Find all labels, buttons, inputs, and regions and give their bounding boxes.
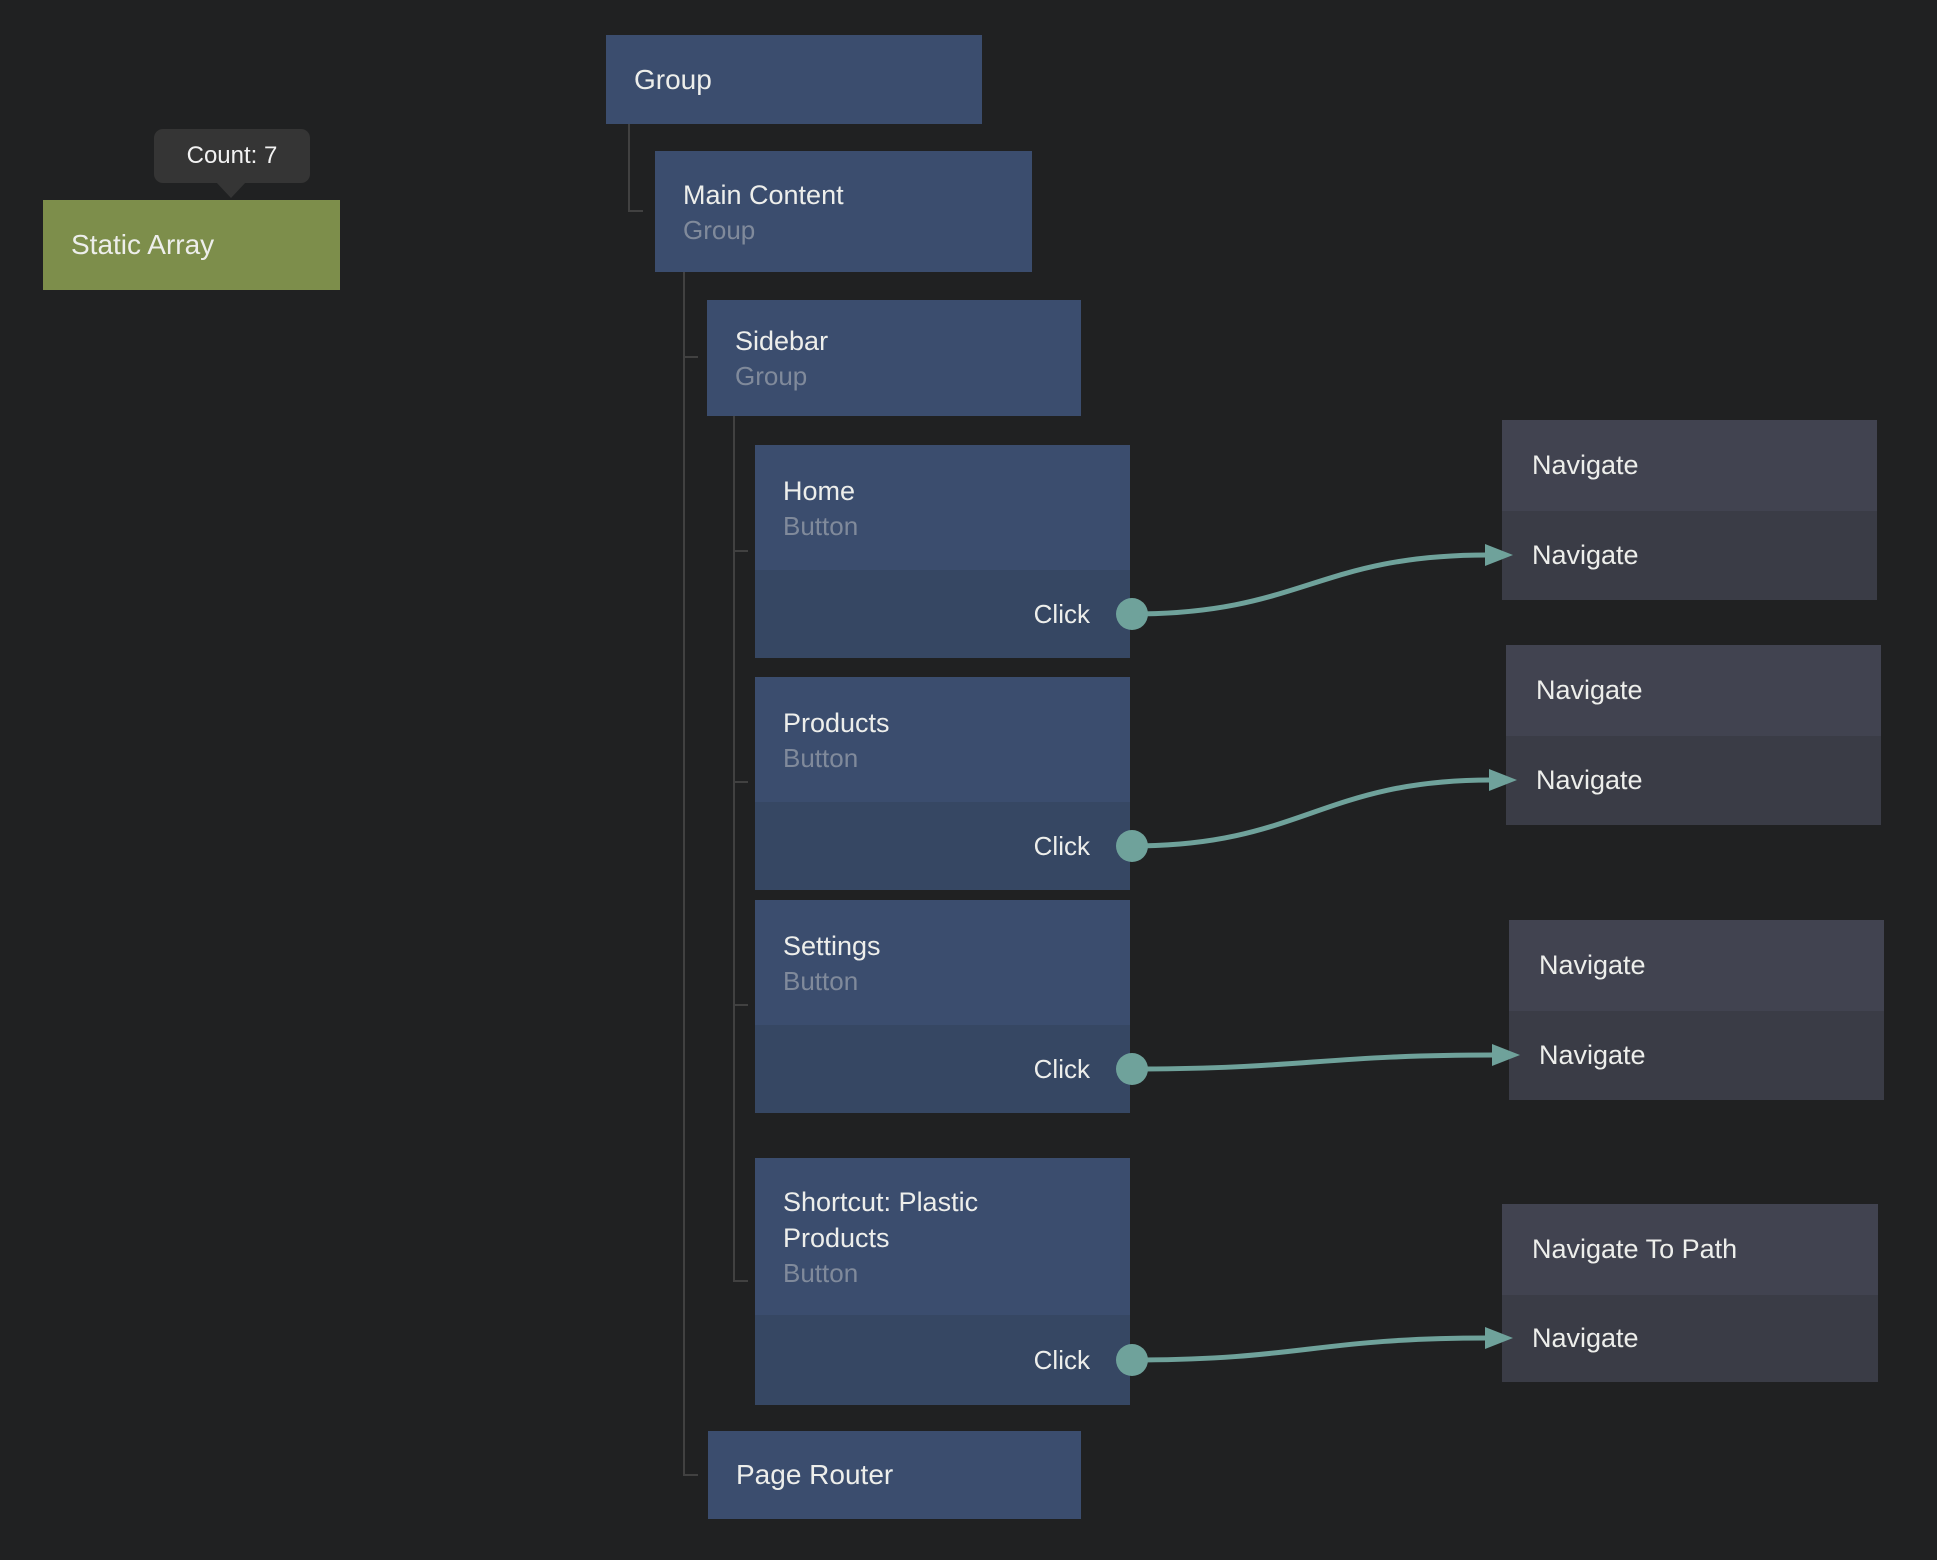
node-static-array[interactable]: Static Array [43,200,340,290]
wire-settings-click-to-navigate[interactable] [1132,1055,1494,1069]
node-title: Settings [783,928,1130,964]
node-header: Navigate To Path [1502,1204,1878,1295]
node-title: Sidebar [735,323,1081,359]
node-home-button[interactable]: Home Button Click [755,445,1130,658]
node-title: Page Router [736,1457,1081,1493]
node-products-button[interactable]: Products Button Click [755,677,1130,890]
tree-guide-line [733,416,735,1282]
input-port-navigate[interactable]: Navigate [1506,736,1881,825]
node-header: Navigate [1506,645,1881,736]
tree-guide-elbow [683,1474,698,1476]
node-kind: Button [783,509,1130,543]
click-port-label: Click [1034,599,1090,630]
node-title: Main Content [683,177,1032,213]
input-port-navigate[interactable]: Navigate [1502,511,1877,600]
tree-guide-elbow [733,550,748,552]
count-tooltip-text: Count: 7 [187,142,278,170]
click-output-port[interactable] [1116,1053,1148,1085]
node-kind: Button [783,964,1130,998]
node-kind: Button [783,1256,1070,1290]
node-header: Navigate [1502,420,1877,511]
node-navigate-1[interactable]: Navigate Navigate [1502,420,1877,600]
node-navigate-to-path[interactable]: Navigate To Path Navigate [1502,1204,1878,1382]
node-title: Home [783,473,1130,509]
node-main-content[interactable]: Main Content Group [655,151,1032,272]
click-output-port[interactable] [1116,598,1148,630]
tree-guide-elbow [733,781,748,783]
node-settings-button[interactable]: Settings Button Click [755,900,1130,1113]
wire-products-click-to-navigate[interactable] [1132,780,1491,846]
node-shortcut-plastic-products-button[interactable]: Shortcut: Plastic Products Button Click [755,1158,1130,1405]
tree-guide-line [683,272,685,1476]
tree-guide-elbow [683,356,698,358]
count-tooltip: Count: 7 [154,129,310,183]
wire-home-click-to-navigate[interactable] [1132,555,1487,614]
input-port-navigate[interactable]: Navigate [1509,1011,1884,1100]
node-navigate-2[interactable]: Navigate Navigate [1506,645,1881,825]
node-kind: Group [735,359,1081,393]
node-page-router[interactable]: Page Router [708,1431,1081,1519]
node-sidebar[interactable]: Sidebar Group [707,300,1081,416]
node-navigate-3[interactable]: Navigate Navigate [1509,920,1884,1100]
click-port-label: Click [1034,1345,1090,1376]
input-port-navigate[interactable]: Navigate [1502,1295,1878,1382]
click-port-label: Click [1034,831,1090,862]
node-group[interactable]: Group [606,35,982,124]
node-title: Static Array [71,227,340,263]
node-graph-canvas[interactable]: Count: 7 Static Array Group Main Content… [0,0,1937,1560]
tree-guide-elbow [628,210,643,212]
node-title: Group [634,62,982,98]
tooltip-arrow [216,182,246,198]
node-title: Shortcut: Plastic Products [783,1184,1070,1256]
node-title: Products [783,705,1130,741]
node-header: Navigate [1509,920,1884,1011]
click-port-label: Click [1034,1054,1090,1085]
node-kind: Button [783,741,1130,775]
tree-guide-line [628,124,630,212]
node-kind: Group [683,213,1032,247]
tree-guide-elbow [733,1004,748,1006]
wire-shortcut-click-to-navigate[interactable] [1132,1338,1487,1360]
click-output-port[interactable] [1116,1344,1148,1376]
tree-guide-elbow [733,1280,748,1282]
click-output-port[interactable] [1116,830,1148,862]
